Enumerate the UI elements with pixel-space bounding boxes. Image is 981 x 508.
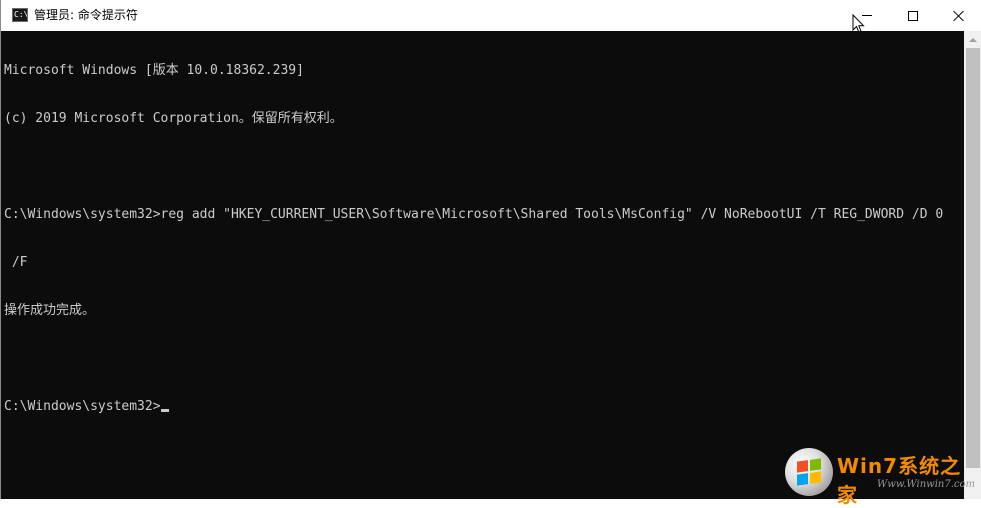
console-prompt: C:\Windows\system32> (4, 399, 161, 414)
console-prompt-line[interactable]: C:\Windows\system32> (4, 399, 964, 415)
close-icon (953, 10, 965, 22)
title-bar[interactable]: C:\ 管理员: 命令提示符 (1, 0, 981, 34)
text-caret (160, 409, 169, 412)
console-line: 操作成功完成。 (4, 303, 96, 318)
console-line: Microsoft Windows [版本 10.0.18362.239] (4, 63, 304, 78)
scroll-up-button[interactable] (964, 31, 981, 48)
close-button[interactable] (936, 0, 981, 31)
cmd-window: C:\ 管理员: 命令提示符 Microsoft Windows [版本 10.… (0, 0, 981, 507)
window-title: 管理员: 命令提示符 (34, 8, 138, 22)
maximize-icon (908, 10, 918, 21)
windows-flag-icon (797, 458, 821, 486)
windows-logo-icon (785, 448, 833, 496)
console-line: C:\Windows\system32>reg add "HKEY_CURREN… (4, 207, 944, 222)
watermark: Win7系统之家 Www.Winwin7.com (785, 448, 981, 507)
console-line: /F (4, 255, 28, 270)
maximize-button[interactable] (890, 0, 936, 31)
cmd-icon[interactable]: C:\ (12, 8, 28, 22)
scroll-up-arrow-icon (969, 37, 977, 42)
console-line: (c) 2019 Microsoft Corporation。保留所有权利。 (4, 111, 343, 126)
console-output[interactable]: Microsoft Windows [版本 10.0.18362.239] (c… (4, 31, 964, 499)
scroll-thumb[interactable] (966, 48, 980, 468)
vertical-scrollbar[interactable] (964, 31, 981, 499)
watermark-url: Www.Winwin7.com (877, 479, 975, 490)
minimize-button[interactable] (844, 0, 890, 31)
